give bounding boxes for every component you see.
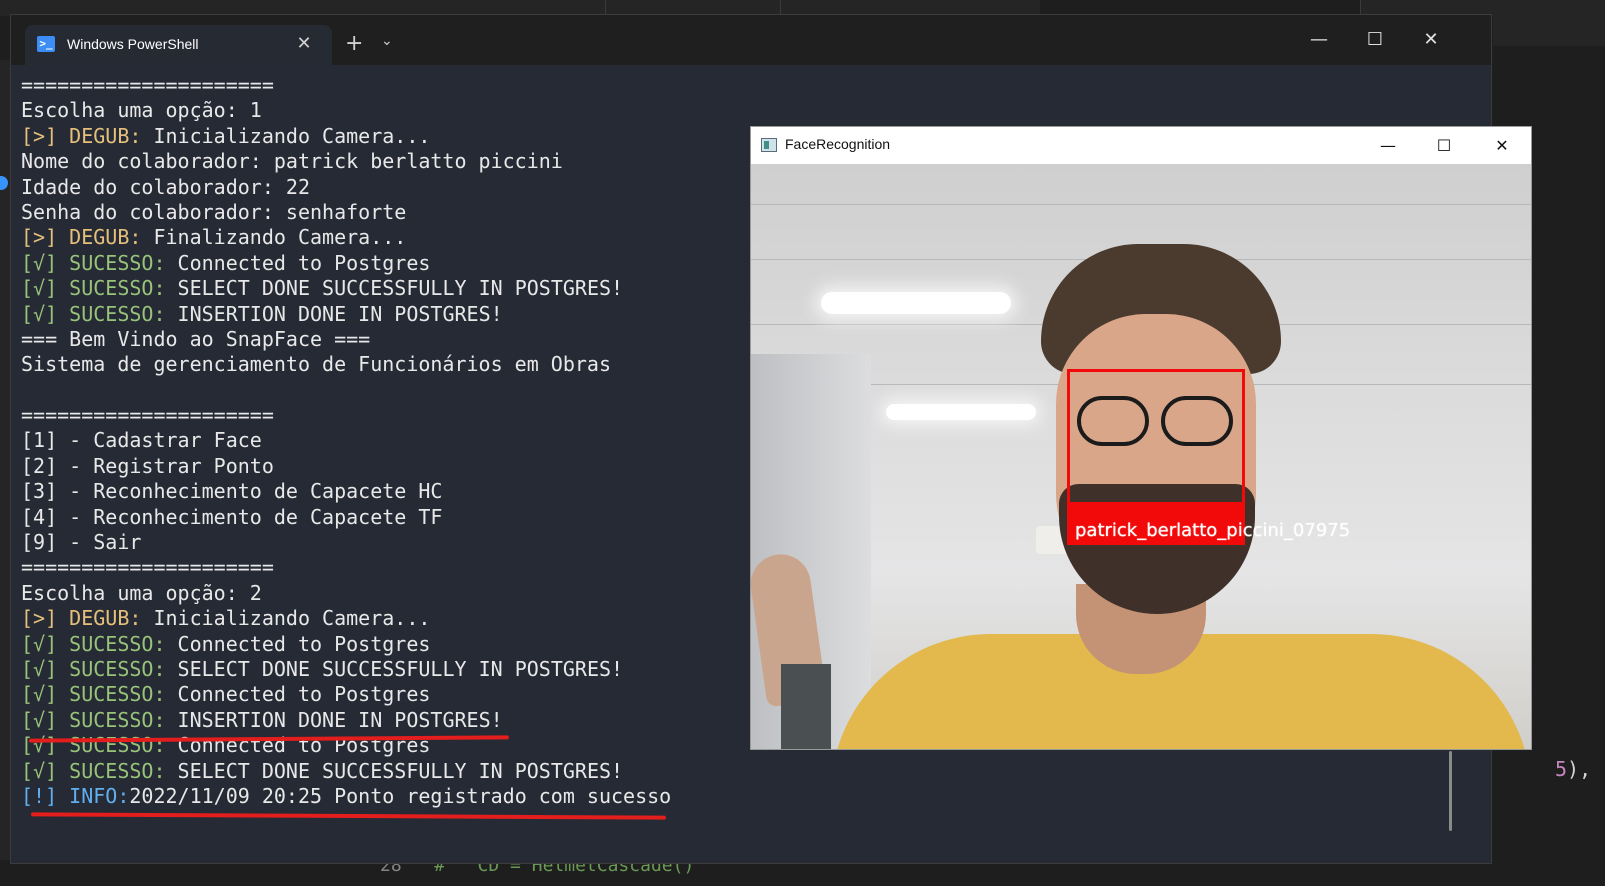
new-tab-button[interactable]: + xyxy=(345,33,363,55)
console-text: Escolha uma opção: 2 xyxy=(21,580,262,605)
debug-prefix: [>] DEGUB: xyxy=(21,225,154,250)
face-minimize-button[interactable]: — xyxy=(1365,131,1411,161)
console-text: === Bem Vindo ao SnapFace === xyxy=(21,326,371,351)
face-detection-box xyxy=(1067,369,1245,505)
ceiling-line xyxy=(751,204,1531,205)
face-window-title: FaceRecognition xyxy=(785,136,891,152)
console-line: ===================== xyxy=(21,73,1461,98)
console-text: [2] - Registrar Ponto xyxy=(21,453,274,478)
console-text: Idade do colaborador: 22 xyxy=(21,174,310,199)
console-line: [√] SUCESSO: SELECT DONE SUCCESSFULLY IN… xyxy=(21,759,1461,784)
console-text: Connected to Postgres xyxy=(177,631,431,656)
succ-prefix: [√] SUCESSO: xyxy=(21,656,178,681)
device xyxy=(781,664,831,749)
face-maximize-button[interactable]: ☐ xyxy=(1421,131,1467,161)
maximize-button[interactable]: ☐ xyxy=(1355,25,1395,55)
succ-prefix: [√] SUCESSO: xyxy=(21,758,178,783)
close-button[interactable]: ✕ xyxy=(1411,25,1451,55)
background-code-bracket: ), xyxy=(1567,757,1592,781)
face-recognition-window[interactable]: FaceRecognition — ☐ ✕ patrick_berlatto_p… xyxy=(750,126,1532,750)
info-prefix: [!] INFO: xyxy=(21,783,130,808)
tab-windows-powershell[interactable]: >_ Windows PowerShell ✕ xyxy=(25,25,332,65)
console-text: SELECT DONE SUCCESSFULLY IN POSTGRES! xyxy=(177,656,624,681)
succ-prefix: [√] SUCESSO: xyxy=(21,276,178,301)
console-text: SELECT DONE SUCCESSFULLY IN POSTGRES! xyxy=(177,276,624,301)
console-text: 2022/11/09 20:25 Ponto registrado com su… xyxy=(129,783,672,808)
console-line: Escolha uma opção: 1 xyxy=(21,98,1461,123)
console-text: Inicializando Camera... xyxy=(153,606,431,631)
console-text: Senha do colaborador: senhaforte xyxy=(21,199,407,224)
succ-prefix: [√] SUCESSO: xyxy=(21,250,178,275)
console-text: Connected to Postgres xyxy=(177,250,431,275)
tab-dropdown-icon[interactable]: ⌄ xyxy=(381,33,393,49)
console-text: Sistema de gerenciamento de Funcionários… xyxy=(21,352,612,377)
terminal-scrollbar[interactable] xyxy=(1449,751,1452,831)
background-code-number: 5 xyxy=(1555,757,1568,781)
console-text: Nome do colaborador: patrick berlatto pi… xyxy=(21,149,563,174)
console-text: INSERTION DONE IN POSTGRES! xyxy=(177,707,503,732)
succ-prefix: [√] SUCESSO: xyxy=(21,707,178,732)
tab-title: Windows PowerShell xyxy=(67,36,199,52)
console-text: ===================== xyxy=(21,555,274,580)
detection-label: patrick_berlatto_piccini_07975 xyxy=(1075,520,1351,541)
console-text: ===================== xyxy=(21,73,274,97)
console-text: SELECT DONE SUCCESSFULLY IN POSTGRES! xyxy=(177,758,624,783)
face-close-button[interactable]: ✕ xyxy=(1479,131,1525,161)
succ-prefix: [√] SUCESSO: xyxy=(21,733,178,758)
debug-prefix: [>] DEGUB: xyxy=(21,123,154,148)
minimize-button[interactable]: — xyxy=(1299,25,1339,55)
powershell-icon: >_ xyxy=(37,36,55,52)
debug-prefix: [>] DEGUB: xyxy=(21,606,154,631)
background-code-fragment: 5), xyxy=(1555,757,1591,781)
face-window-titlebar[interactable]: FaceRecognition — ☐ ✕ xyxy=(751,127,1531,164)
console-text: [4] - Reconhecimento de Capacete TF xyxy=(21,504,443,529)
console-text: [1] - Cadastrar Face xyxy=(21,428,262,453)
console-text: Inicializando Camera... xyxy=(153,123,431,148)
succ-prefix: [√] SUCESSO: xyxy=(21,682,178,707)
succ-prefix: [√] SUCESSO: xyxy=(21,301,178,326)
console-text: [9] - Sair xyxy=(21,530,142,555)
console-text: INSERTION DONE IN POSTGRES! xyxy=(177,301,503,326)
console-line: [!] INFO:2022/11/09 20:25 Ponto registra… xyxy=(21,784,1461,809)
background-editor-bottom xyxy=(0,862,1605,886)
console-text: [3] - Reconhecimento de Capacete HC xyxy=(21,479,443,504)
console-text: ===================== xyxy=(21,403,274,428)
tab-close-icon[interactable]: ✕ xyxy=(291,31,317,57)
succ-prefix: [√] SUCESSO: xyxy=(21,631,178,656)
opencv-window-icon xyxy=(761,138,777,152)
ceiling-lamp xyxy=(886,404,1036,420)
terminal-titlebar[interactable]: >_ Windows PowerShell ✕ + ⌄ — ☐ ✕ xyxy=(11,15,1491,65)
console-text: Connected to Postgres xyxy=(177,682,431,707)
camera-feed: patrick_berlatto_piccini_07975 xyxy=(751,164,1531,749)
ceiling-lamp xyxy=(821,292,1011,314)
background-editor-topbar xyxy=(1493,16,1605,46)
console-text: Escolha uma opção: 1 xyxy=(21,98,262,123)
console-text: Finalizando Camera... xyxy=(153,225,407,250)
